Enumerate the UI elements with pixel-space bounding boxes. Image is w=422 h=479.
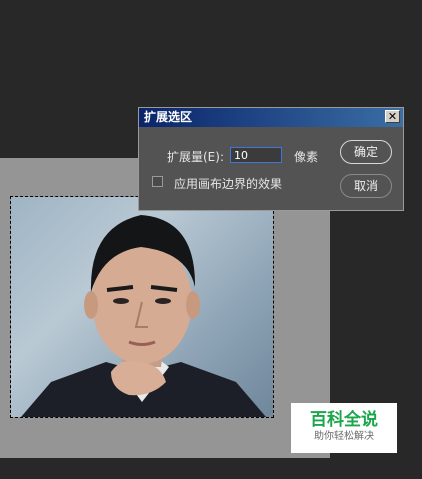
expand-by-label: 扩展量(E): [167,150,224,164]
close-icon: ✕ [387,110,398,123]
dialog-title: 扩展选区 [144,110,193,124]
cancel-button[interactable]: 取消 [340,174,392,198]
selection-marquee [10,196,274,418]
expand-selection-dialog: 扩展选区 ✕ 扩展量(E): 像素 应用画布边界的效果 确定 取消 [138,107,404,211]
apply-canvas-bounds-label[interactable]: 应用画布边界的效果 [174,175,282,192]
watermark-logo: 百科全说 助你轻松解决 [291,403,397,453]
watermark-main-text: 百科全说 [310,410,378,430]
ok-button[interactable]: 确定 [340,140,392,164]
dialog-titlebar[interactable]: 扩展选区 ✕ [139,108,403,127]
expand-by-input[interactable] [230,147,282,163]
watermark-sub-text: 助你轻松解决 [314,431,374,442]
apply-canvas-bounds-checkbox[interactable] [152,176,163,187]
pixels-unit-label: 像素 [294,150,319,164]
close-button[interactable]: ✕ [385,110,400,123]
